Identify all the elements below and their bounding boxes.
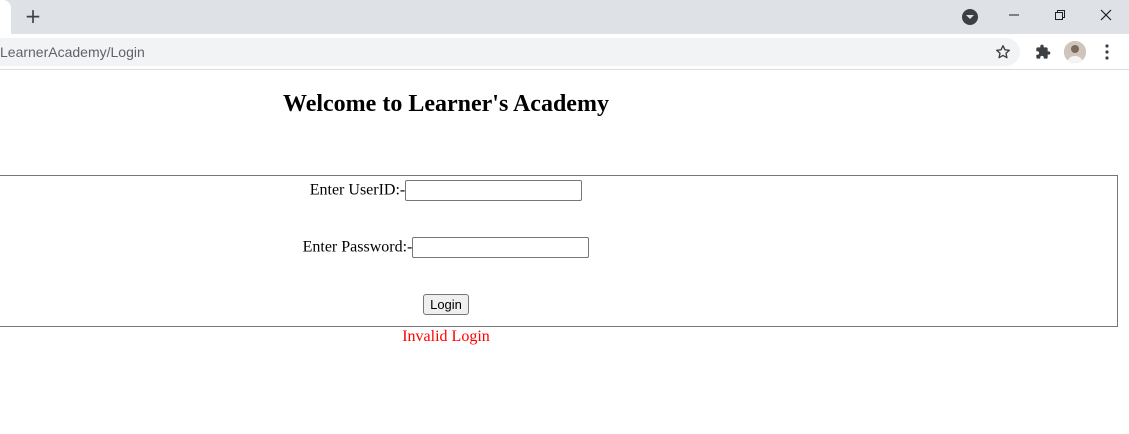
password-input[interactable] <box>412 237 590 258</box>
minimize-icon <box>1009 14 1019 16</box>
login-form: Enter UserID:- Enter Password:- Login <box>0 175 1118 327</box>
userid-input[interactable] <box>405 180 583 201</box>
error-message: Invalid Login <box>402 328 490 345</box>
restore-icon <box>1055 10 1065 20</box>
profile-avatar[interactable] <box>1064 41 1086 63</box>
close-icon <box>1100 9 1112 21</box>
password-row: Enter Password:- <box>0 237 896 258</box>
active-tab-edge[interactable] <box>0 0 11 34</box>
bookmark-star-icon[interactable] <box>992 42 1014 62</box>
login-button-row: Login <box>0 294 896 315</box>
page-content: Welcome to Learner's Academy Enter UserI… <box>0 71 1129 434</box>
userid-label: Enter UserID:- <box>309 181 406 199</box>
restore-button[interactable] <box>1037 0 1083 30</box>
page-title: Welcome to Learner's Academy <box>283 91 609 117</box>
address-bar-url[interactable]: LearnerAcademy/Login <box>0 44 145 60</box>
address-bar[interactable] <box>0 38 1020 66</box>
tab-strip: + <box>0 0 1129 34</box>
login-button[interactable]: Login <box>423 294 469 315</box>
tab-search-icon[interactable] <box>962 9 978 25</box>
close-window-button[interactable] <box>1083 0 1129 30</box>
minimize-button[interactable] <box>991 0 1037 30</box>
more-menu-icon[interactable] <box>1099 42 1115 62</box>
userid-row: Enter UserID:- <box>0 180 896 201</box>
new-tab-button[interactable]: + <box>22 5 44 27</box>
extensions-puzzle-icon[interactable] <box>1033 42 1053 62</box>
avatar-icon <box>1064 41 1086 63</box>
password-label: Enter Password:- <box>302 238 413 256</box>
browser-toolbar: LearnerAcademy/Login <box>0 34 1129 70</box>
